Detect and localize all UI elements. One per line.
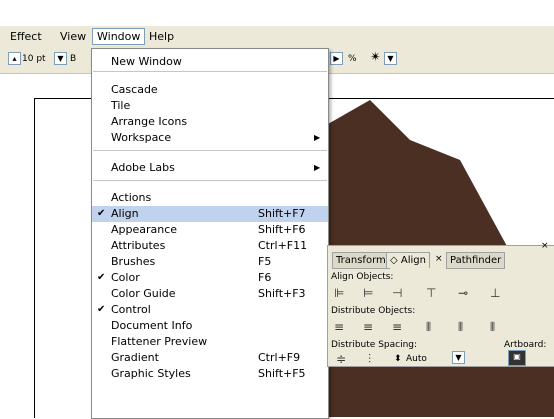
menu-item-document-info[interactable]: Document Info <box>92 318 328 334</box>
spacing-value[interactable]: Auto <box>406 354 427 364</box>
distribute-hspace-icon[interactable]: ⫶ <box>368 352 371 367</box>
menu-item-cascade[interactable]: Cascade <box>92 82 328 98</box>
check-icon: ✔ <box>97 208 106 219</box>
align-middle-icon[interactable]: ⊸ <box>458 286 468 300</box>
menu-item-color[interactable]: ✔ Color F6 <box>92 270 328 286</box>
align-objects-label: Align Objects: <box>331 272 394 282</box>
menu-item-graphic-styles[interactable]: Graphic Styles Shift+F5 <box>92 366 328 382</box>
distribute-right-icon[interactable]: ⫴ <box>490 320 495 335</box>
menu-item-shortcut: Shift+F7 <box>258 207 306 220</box>
distribute-vspace-icon[interactable]: ≑ <box>336 352 346 366</box>
align-to-artboard-icon[interactable]: ▣ <box>508 350 526 366</box>
menu-item-flattener-preview[interactable]: Flattener Preview <box>92 334 328 350</box>
menu-item-new-window[interactable]: New Window <box>92 54 328 70</box>
distribute-bottom-icon[interactable]: ≡ <box>392 320 402 334</box>
menu-item-label: Color <box>111 271 140 284</box>
menu-separator <box>93 150 327 151</box>
menu-item-label: Tile <box>111 99 131 112</box>
menu-item-appearance[interactable]: Appearance Shift+F6 <box>92 222 328 238</box>
menu-item-workspace[interactable]: Workspace ▶ <box>92 130 328 146</box>
distribute-top-icon[interactable]: ≡ <box>334 320 344 334</box>
spacing-stepper-icon[interactable]: ⬍ <box>394 354 402 364</box>
tab-align[interactable]: ◇ Align <box>386 252 430 268</box>
menu-item-label: Attributes <box>111 239 166 252</box>
distribute-objects-label: Distribute Objects: <box>331 306 416 316</box>
menu-item-actions[interactable]: Actions <box>92 190 328 206</box>
menu-item-label: Adobe Labs <box>111 161 175 174</box>
menu-separator <box>93 180 327 181</box>
menu-item-label: New Window <box>111 55 182 68</box>
menu-item-label: Cascade <box>111 83 158 96</box>
spacing-dropdown-icon[interactable]: ▼ <box>452 351 465 364</box>
menu-item-label: Workspace <box>111 131 172 144</box>
submenu-arrow-icon: ▶ <box>314 163 321 172</box>
menu-item-brushes[interactable]: Brushes F5 <box>92 254 328 270</box>
distribute-left-icon[interactable]: ⫴ <box>426 320 431 335</box>
menu-item-shortcut: F6 <box>258 271 272 284</box>
menu-item-label: Gradient <box>111 351 159 364</box>
window-menu: New Window Cascade Tile Arrange Icons Worksp… <box>91 48 329 419</box>
menu-item-label: Graphic Styles <box>111 367 191 380</box>
menu-item-label: Align <box>111 207 139 220</box>
menu-item-label: Brushes <box>111 255 156 268</box>
align-center-icon[interactable]: ⊨ <box>363 286 373 300</box>
panel-close-icon[interactable]: × <box>541 241 549 251</box>
menu-item-shortcut: Ctrl+F11 <box>258 239 308 252</box>
distribute-middle-icon[interactable]: ≡ <box>363 320 373 334</box>
tab-close-icon[interactable]: × <box>435 254 443 264</box>
distribute-spacing-label: Distribute Spacing: <box>331 340 418 350</box>
check-icon: ✔ <box>97 304 106 315</box>
menu-item-label: Flattener Preview <box>111 335 208 348</box>
menu-item-color-guide[interactable]: Color Guide Shift+F3 <box>92 286 328 302</box>
menu-item-label: Control <box>111 303 151 316</box>
menu-item-control[interactable]: ✔ Control <box>92 302 328 318</box>
artboard-label: Artboard: <box>504 340 547 350</box>
menu-item-shortcut: F5 <box>258 255 272 268</box>
distribute-center-icon[interactable]: ⫴ <box>458 320 463 335</box>
menu-item-shortcut: Ctrl+F9 <box>258 351 301 364</box>
menu-item-label: Color Guide <box>111 287 176 300</box>
menu-item-adobe-labs[interactable]: Adobe Labs ▶ <box>92 160 328 176</box>
align-bottom-icon[interactable]: ⊥ <box>490 286 500 300</box>
menu-item-attributes[interactable]: Attributes Ctrl+F11 <box>92 238 328 254</box>
menu-item-label: Actions <box>111 191 152 204</box>
submenu-arrow-icon: ▶ <box>314 133 321 142</box>
menu-item-label: Document Info <box>111 319 193 332</box>
align-panel: Transform ◇ Align × Pathfinder × Align O… <box>327 241 554 367</box>
menu-separator <box>93 71 327 72</box>
menu-item-gradient[interactable]: Gradient Ctrl+F9 <box>92 350 328 366</box>
menu-item-align[interactable]: ✔ Align Shift+F7 <box>92 206 328 222</box>
menu-item-tile[interactable]: Tile <box>92 98 328 114</box>
menu-item-shortcut: Shift+F5 <box>258 367 306 380</box>
tab-pathfinder[interactable]: Pathfinder <box>446 252 506 269</box>
menu-item-shortcut: Shift+F3 <box>258 287 306 300</box>
menu-item-label: Appearance <box>111 223 178 236</box>
tab-transform[interactable]: Transform <box>332 252 390 269</box>
menu-item-shortcut: Shift+F6 <box>258 223 306 236</box>
check-icon: ✔ <box>97 272 106 283</box>
align-right-icon[interactable]: ⊣ <box>392 286 402 300</box>
menu-item-label: Arrange Icons <box>111 115 188 128</box>
menu-item-arrange-icons[interactable]: Arrange Icons <box>92 114 328 130</box>
align-top-icon[interactable]: ⊤ <box>426 286 436 300</box>
align-left-icon[interactable]: ⊫ <box>334 286 344 300</box>
